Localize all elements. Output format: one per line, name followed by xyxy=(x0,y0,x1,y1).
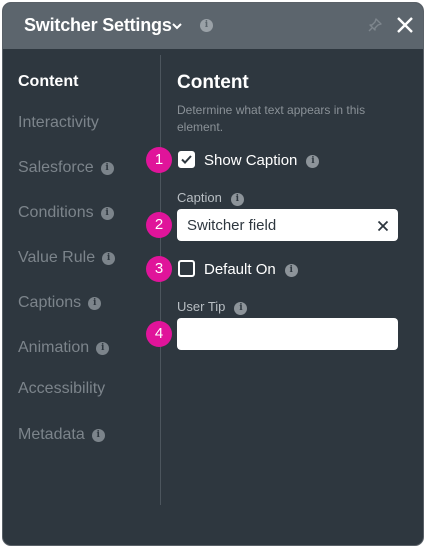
info-icon[interactable]: i xyxy=(306,155,320,168)
info-icon[interactable]: i xyxy=(284,264,298,277)
info-icon[interactable]: i xyxy=(234,302,248,315)
show-caption-checkbox[interactable] xyxy=(178,151,195,168)
sidebar-item-value-rule[interactable]: Value Rule i xyxy=(18,249,116,267)
info-icon[interactable]: i xyxy=(91,429,105,442)
sidebar-item-label: Content xyxy=(18,73,79,90)
default-on-checkbox[interactable] xyxy=(178,260,195,277)
info-icon[interactable]: i xyxy=(200,19,213,32)
info-icon[interactable]: i xyxy=(100,207,114,220)
caption-label: Caption i xyxy=(177,190,244,206)
section-title: Content xyxy=(177,72,249,93)
sidebar-item-label: Metadata xyxy=(18,426,85,443)
sidebar-item-content[interactable]: Content xyxy=(18,73,78,91)
sidebar-item-label: Captions xyxy=(18,294,82,311)
step-badge-3: 3 xyxy=(146,256,172,282)
pin-icon[interactable] xyxy=(367,17,383,38)
sidebar-item-accessibility[interactable]: Accessibility xyxy=(18,380,105,398)
sidebar-item-label: Accessibility xyxy=(18,380,106,397)
caption-label-text: Caption xyxy=(177,190,222,205)
chevron-down-icon[interactable] xyxy=(171,19,183,37)
sidebar-item-captions[interactable]: Captions i xyxy=(18,294,102,312)
info-icon[interactable]: i xyxy=(96,342,110,355)
sidebar-item-label: Interactivity xyxy=(18,114,99,131)
sidebar-item-label: Animation xyxy=(18,339,90,356)
panel-header: Switcher Settings i xyxy=(3,3,423,49)
default-on-text: Default On xyxy=(204,261,276,278)
sidebar-item-metadata[interactable]: Metadata i xyxy=(18,426,105,444)
sidebar-item-conditions[interactable]: Conditions i xyxy=(18,204,114,222)
sidebar-item-label: Conditions xyxy=(18,204,94,221)
sidebar-item-animation[interactable]: Animation i xyxy=(18,339,110,357)
info-icon[interactable]: i xyxy=(102,252,116,265)
checkmark-icon xyxy=(181,155,192,164)
info-icon[interactable]: i xyxy=(88,297,102,310)
show-caption-text: Show Caption xyxy=(204,152,298,169)
switcher-settings-panel: Switcher Settings i Content Interactivit… xyxy=(2,2,424,546)
sidebar-item-interactivity[interactable]: Interactivity xyxy=(18,114,99,132)
sidebar-item-label: Salesforce xyxy=(18,159,94,176)
section-description: Determine what text appears in this elem… xyxy=(177,103,366,134)
close-icon[interactable] xyxy=(396,16,414,39)
user-tip-label: User Tip i xyxy=(177,299,248,315)
clear-x-icon[interactable] xyxy=(377,219,389,237)
show-caption-label[interactable]: Show Caption i xyxy=(204,152,320,169)
sidebar-item-label: Value Rule xyxy=(18,249,96,266)
step-badge-1: 1 xyxy=(146,147,172,173)
info-icon[interactable]: i xyxy=(230,193,244,206)
sidebar-item-salesforce[interactable]: Salesforce i xyxy=(18,159,114,177)
step-badge-4: 4 xyxy=(146,321,172,347)
step-badge-2: 2 xyxy=(146,212,172,238)
default-on-label[interactable]: Default On i xyxy=(204,261,298,278)
caption-input[interactable]: Switcher field xyxy=(177,209,398,241)
caption-input-value[interactable]: Switcher field xyxy=(187,217,276,234)
info-icon[interactable]: i xyxy=(100,162,114,175)
panel-title[interactable]: Switcher Settings xyxy=(24,15,172,36)
user-tip-label-text: User Tip xyxy=(177,299,226,314)
user-tip-input[interactable] xyxy=(177,318,398,350)
